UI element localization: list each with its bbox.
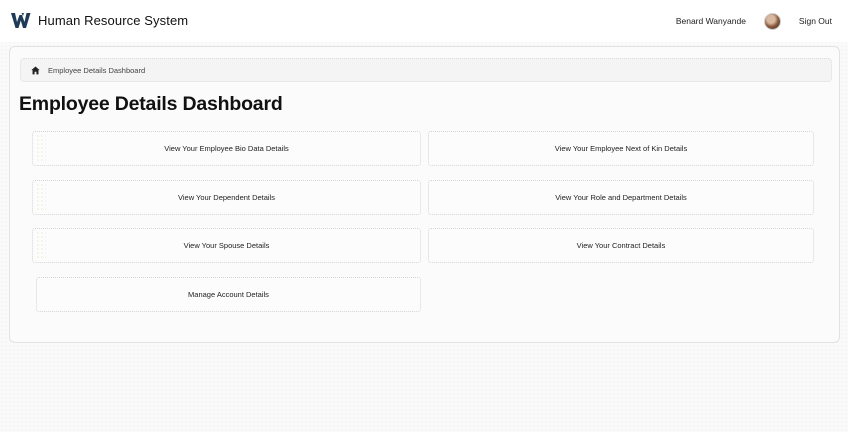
brand[interactable]: Human Resource System [11, 12, 188, 29]
user-name[interactable]: Benard Wanyande [676, 16, 746, 26]
company-logo-icon [11, 13, 31, 28]
view-contract-button[interactable]: View Your Contract Details [428, 228, 814, 263]
avatar[interactable] [763, 12, 781, 30]
page-title: Employee Details Dashboard [19, 93, 283, 115]
user-area: Benard Wanyande Sign Out [676, 10, 832, 32]
app-title: Human Resource System [38, 13, 189, 28]
view-dependent-button[interactable]: View Your Dependent Details [32, 180, 421, 215]
breadcrumb-current: Employee Details Dashboard [48, 65, 146, 75]
manage-account-button[interactable]: Manage Account Details [36, 277, 421, 312]
home-icon[interactable] [31, 66, 40, 75]
view-next-of-kin-button[interactable]: View Your Employee Next of Kin Details [428, 131, 814, 166]
top-navbar: Human Resource System Benard Wanyande Si… [0, 0, 848, 42]
view-role-department-button[interactable]: View Your Role and Department Details [428, 180, 814, 215]
sign-out-link[interactable]: Sign Out [799, 16, 832, 26]
view-bio-data-button[interactable]: View Your Employee Bio Data Details [32, 131, 421, 166]
breadcrumb: Employee Details Dashboard [20, 58, 832, 82]
view-spouse-button[interactable]: View Your Spouse Details [32, 228, 421, 263]
dashboard-card: Employee Details Dashboard Employee Deta… [9, 46, 840, 343]
